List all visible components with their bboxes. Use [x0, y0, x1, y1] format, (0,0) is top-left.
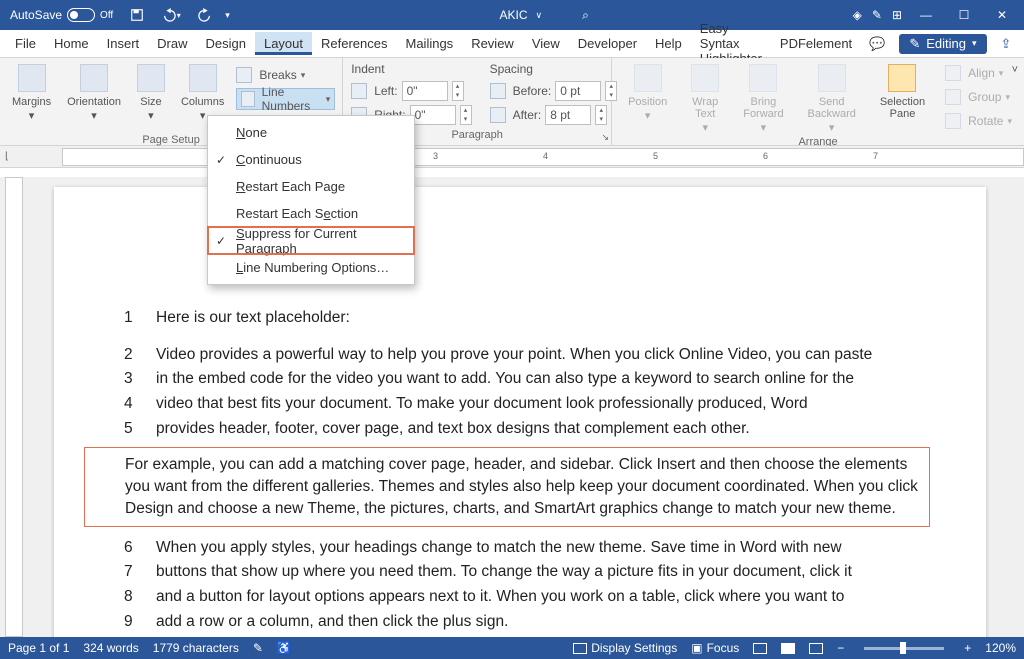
- statusbar: Page 1 of 1 324 words 1779 characters ✎ …: [0, 637, 1024, 659]
- position-button: Position▾: [624, 62, 671, 124]
- accessibility-icon[interactable]: ♿: [277, 641, 292, 655]
- redo-icon[interactable]: [191, 1, 219, 29]
- word-count[interactable]: 324 words: [83, 641, 138, 655]
- ruler-vertical[interactable]: [5, 177, 23, 637]
- ribbon: Margins▾ Orientation▾ Size▾ Columns▾ Bre…: [0, 58, 1024, 146]
- comments-icon[interactable]: 💬: [861, 36, 893, 52]
- align-button: Align ▾: [945, 62, 1012, 84]
- rotate-button: Rotate ▾: [945, 110, 1012, 132]
- rotate-icon: [945, 113, 961, 129]
- spacing-after-field[interactable]: After:8 pt▴▾: [490, 104, 618, 126]
- menu-insert[interactable]: Insert: [98, 32, 149, 55]
- titlebar: AutoSave Off ▾ ▾ AKIC ∨ ⌕ ◈ ✎ ⊞ — ☐ ✕: [0, 0, 1024, 30]
- display-settings[interactable]: Display Settings: [573, 641, 677, 655]
- user-icon[interactable]: 👤: [1019, 36, 1024, 52]
- menu-home[interactable]: Home: [45, 32, 98, 55]
- close-button[interactable]: ✕: [988, 1, 1016, 29]
- view-print-icon[interactable]: [781, 643, 795, 654]
- ruler-horizontal[interactable]: ⌊ 1 2 3 4 5 6 7: [0, 146, 1024, 168]
- margins-button[interactable]: Margins▾: [8, 62, 55, 124]
- spacing-before-field[interactable]: Before:0 pt▴▾: [490, 80, 618, 102]
- line-numbers-icon: [241, 91, 254, 107]
- doc-title-dropdown-icon[interactable]: ∨: [536, 10, 543, 21]
- page[interactable]: 1Here is our text placeholder: 2Video pr…: [54, 187, 986, 637]
- send-backward-button: Send Backward▾: [804, 62, 860, 136]
- menu-review[interactable]: Review: [462, 32, 523, 55]
- group-arrange: Position▾ Wrap Text▾ Bring Forward▾ Send…: [612, 58, 1024, 145]
- indent-header: Indent: [351, 62, 471, 76]
- menubar: File Home Insert Draw Design Layout Refe…: [0, 30, 1024, 58]
- spacing-header: Spacing: [490, 62, 618, 76]
- focus-mode[interactable]: ▣Focus: [691, 641, 739, 655]
- save-icon[interactable]: [123, 1, 151, 29]
- size-button[interactable]: Size▾: [133, 62, 169, 124]
- zoom-level[interactable]: 120%: [985, 641, 1016, 655]
- paragraph-launcher-icon[interactable]: ↘: [602, 132, 610, 143]
- check-icon: ✓: [216, 234, 226, 248]
- share-icon[interactable]: ⇪: [993, 36, 1020, 52]
- dropdown-restart-section[interactable]: Restart Each Section: [208, 200, 414, 227]
- group-button: Group ▾: [945, 86, 1012, 108]
- diamond-icon[interactable]: ◈: [853, 8, 862, 22]
- wrap-text-button: Wrap Text▾: [687, 62, 723, 136]
- chevron-down-icon: ▾: [972, 38, 977, 49]
- view-web-icon[interactable]: [809, 643, 823, 654]
- spellcheck-icon[interactable]: ✎: [253, 641, 263, 655]
- autosave-toggle[interactable]: AutoSave Off: [6, 6, 117, 24]
- view-read-icon[interactable]: [753, 643, 767, 654]
- page-indicator[interactable]: Page 1 of 1: [8, 641, 69, 655]
- qat-more-icon[interactable]: ▾: [225, 10, 230, 21]
- dropdown-suppress[interactable]: ✓Suppress for Current Paragraph: [208, 227, 414, 254]
- zoom-slider[interactable]: [864, 647, 944, 650]
- window-mode-icon[interactable]: ⊞: [892, 8, 902, 22]
- menu-design[interactable]: Design: [197, 32, 255, 55]
- indent-left-field[interactable]: Left:0"▴▾: [351, 80, 471, 102]
- menu-file[interactable]: File: [6, 32, 45, 55]
- group-icon: [945, 89, 961, 105]
- breaks-button[interactable]: Breaks ▾: [236, 64, 335, 86]
- line-numbers-button[interactable]: Line Numbers ▾: [236, 88, 335, 110]
- check-icon: ✓: [216, 153, 226, 167]
- pencil-icon: ✎: [909, 36, 920, 52]
- dropdown-restart-page[interactable]: Restart Each Page: [208, 173, 414, 200]
- maximize-button[interactable]: ☐: [950, 1, 978, 29]
- spacing-after-icon: [490, 107, 506, 123]
- menu-references[interactable]: References: [312, 32, 396, 55]
- menu-help[interactable]: Help: [646, 32, 691, 55]
- pen-icon[interactable]: ✎: [872, 8, 882, 22]
- document-content[interactable]: 1Here is our text placeholder: 2Video pr…: [124, 307, 930, 635]
- line-numbers-dropdown: None ✓Continuous Restart Each Page Resta…: [207, 115, 415, 285]
- menu-view[interactable]: View: [523, 32, 569, 55]
- search-icon[interactable]: ⌕: [582, 8, 589, 23]
- dropdown-continuous[interactable]: ✓Continuous: [208, 146, 414, 173]
- dropdown-options[interactable]: Line Numbering Options…: [208, 254, 414, 281]
- indent-left-icon: [351, 83, 367, 99]
- menu-mailings[interactable]: Mailings: [397, 32, 463, 55]
- doc-title: AKIC: [500, 8, 528, 22]
- spacing-before-icon: [490, 83, 506, 99]
- ribbon-collapse-icon[interactable]: ˅: [1012, 64, 1018, 76]
- menu-pdfelement[interactable]: PDFelement: [771, 32, 861, 55]
- undo-icon[interactable]: ▾: [157, 1, 185, 29]
- breaks-icon: [236, 67, 252, 83]
- menu-draw[interactable]: Draw: [148, 32, 196, 55]
- bring-forward-button: Bring Forward▾: [739, 62, 787, 136]
- char-count[interactable]: 1779 characters: [153, 641, 239, 655]
- selection-pane-button[interactable]: Selection Pane: [876, 62, 929, 122]
- align-icon: [945, 65, 961, 81]
- zoom-in[interactable]: +: [964, 641, 971, 655]
- zoom-out[interactable]: −: [837, 641, 844, 655]
- dropdown-none[interactable]: None: [208, 119, 414, 146]
- editing-mode-button[interactable]: ✎ Editing ▾: [899, 34, 986, 54]
- minimize-button[interactable]: —: [912, 1, 940, 29]
- orientation-button[interactable]: Orientation▾: [63, 62, 125, 124]
- menu-layout[interactable]: Layout: [255, 32, 312, 55]
- highlighted-paragraph: For example, you can add a matching cove…: [84, 447, 930, 526]
- menu-developer[interactable]: Developer: [569, 32, 646, 55]
- document-area: 1Here is our text placeholder: 2Video pr…: [0, 177, 1024, 637]
